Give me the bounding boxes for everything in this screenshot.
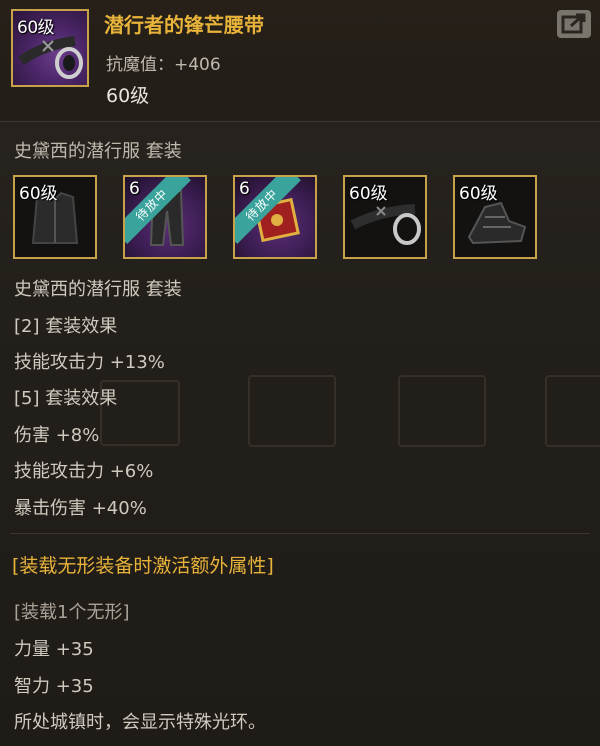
set-effect-line: [2] 套装效果 (14, 316, 118, 337)
set-name: 史黛西的潜行服 套装 (14, 279, 182, 300)
bonus-line: 智力 +35 (14, 676, 94, 697)
set-slot-pants[interactable]: 待放中 6 (123, 175, 207, 259)
set-effect-line: 伤害 +8% (14, 425, 100, 446)
background-slot (545, 375, 600, 447)
background-slot (398, 375, 486, 447)
share-icon (561, 13, 586, 34)
set-effect-line: 暴击伤害 +40% (14, 498, 147, 519)
item-stat: 抗魔值：+406 (106, 55, 221, 75)
bonus-title: [装载无形装备时激活额外属性] (12, 555, 274, 577)
item-tooltip-panel: 60级 潜行者的锋芒腰带 抗魔值：+406 60级 史黛西的潜行服 套装 60级… (0, 0, 600, 746)
item-title: 潜行者的锋芒腰带 (104, 13, 264, 37)
background-slot (248, 375, 336, 447)
item-icon-level: 60级 (17, 18, 55, 38)
set-effect-line: 技能攻击力 +13% (14, 352, 165, 373)
share-button[interactable] (557, 10, 591, 38)
set-name: 史黛西的潜行服 套装 (14, 141, 182, 162)
bonus-line: 所处城镇时，会显示特殊光环。 (14, 712, 266, 733)
header-divider (0, 121, 600, 122)
slot-level: 60级 (349, 184, 388, 204)
tooltip-header (0, 0, 600, 120)
set-effect-line: 技能攻击力 +6% (14, 461, 154, 482)
item-level: 60级 (106, 85, 150, 107)
slot-level: 6 (239, 179, 250, 199)
bonus-line: [装载1个无形] (14, 602, 130, 623)
set-slot-belt[interactable]: 60级 (343, 175, 427, 259)
set-effect-line: [5] 套装效果 (14, 388, 118, 409)
bonus-line: 力量 +35 (14, 639, 94, 660)
set-slot-boots[interactable]: 60级 (453, 175, 537, 259)
slot-level: 6 (129, 179, 140, 199)
slot-level: 60级 (19, 184, 58, 204)
item-icon-belt[interactable]: 60级 (11, 9, 89, 87)
set-slot-coat[interactable]: 60级 (13, 175, 97, 259)
set-slot-accessory[interactable]: 待放中 6 (233, 175, 317, 259)
section-divider (10, 533, 590, 534)
slot-level: 60级 (459, 184, 498, 204)
